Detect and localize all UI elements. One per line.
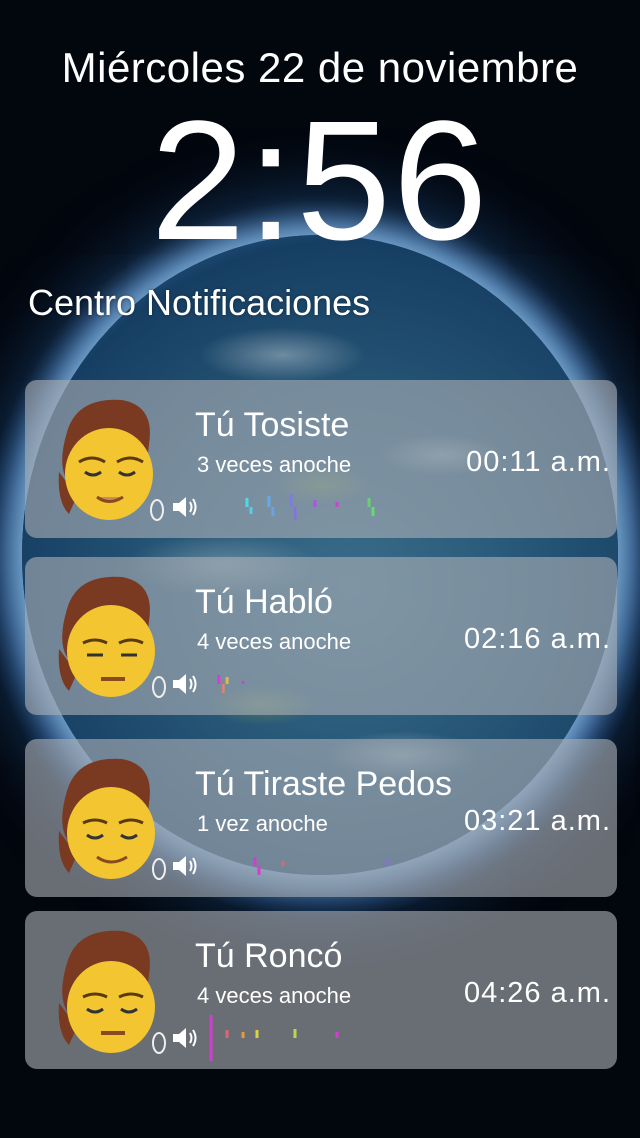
audio-waveform <box>207 857 403 875</box>
notification-card[interactable]: Tú Tiraste Pedos 1 vez anoche 03:21 a.m. <box>25 739 617 897</box>
notification-time: 00:11 a.m. <box>466 446 611 478</box>
notification-title: Tú Habló <box>195 583 333 621</box>
speaker-icon[interactable] <box>171 494 201 520</box>
notification-title: Tú Tosiste <box>195 406 350 444</box>
lockscreen-clock: 2:56 <box>150 86 490 276</box>
notification-time: 03:21 a.m. <box>463 805 611 837</box>
memoji-avatar <box>58 930 166 1054</box>
notification-subtitle: 1 vez anoche <box>197 811 328 836</box>
audio-waveform <box>207 675 403 693</box>
memoji-avatar <box>58 576 166 698</box>
audio-waveform <box>207 494 403 520</box>
memoji-avatar <box>58 399 164 521</box>
notification-time: 02:16 a.m. <box>463 623 611 655</box>
notification-subtitle: 3 veces anoche <box>197 452 352 477</box>
audio-waveform <box>207 1015 403 1061</box>
notification-time: 04:26 a.m. <box>463 977 611 1009</box>
lockscreen-date: Miércoles 22 de noviembre <box>61 44 579 91</box>
notification-center-title: Centro Notificaciones <box>28 282 371 323</box>
notification-card[interactable]: Tú Tosiste 3 veces anoche 00:11 a.m. <box>25 380 617 538</box>
speaker-icon[interactable] <box>171 1025 201 1051</box>
notification-subtitle: 4 veces anoche <box>197 983 352 1008</box>
notification-subtitle: 4 veces anoche <box>197 629 352 654</box>
speaker-icon[interactable] <box>171 671 201 697</box>
memoji-avatar <box>58 758 166 880</box>
notification-card[interactable]: Tú Roncó 4 veces anoche 04:26 a.m. <box>25 911 617 1069</box>
notification-title: Tú Tiraste Pedos <box>195 765 453 803</box>
notification-card[interactable]: Tú Habló 4 veces anoche 02:16 a.m. <box>25 557 617 715</box>
notification-title: Tú Roncó <box>195 937 343 975</box>
speaker-icon[interactable] <box>171 853 201 879</box>
